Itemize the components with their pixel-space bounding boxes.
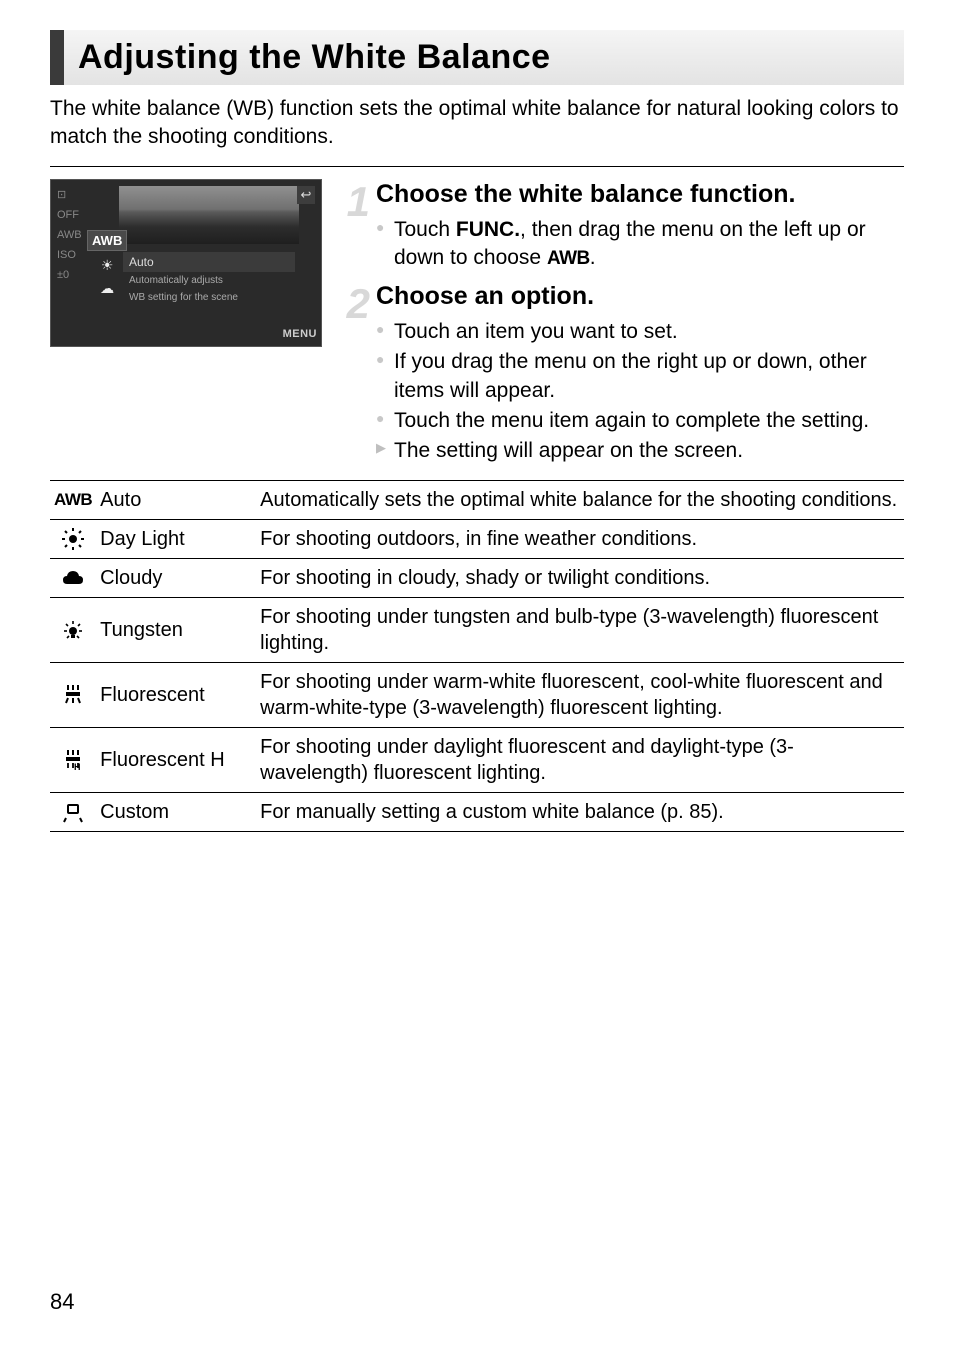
step-body: Choose an option. Touch an item you want…	[376, 281, 904, 468]
func-label: FUNC.	[456, 218, 520, 241]
awb-selected: AWB	[87, 230, 127, 251]
camera-screenshot: ↩ MENU ⊡ OFF AWB ISO ±0 AWB ☀ ☁ Auto Aut…	[50, 179, 322, 347]
option-desc-line: WB setting for the scene	[123, 289, 295, 306]
step-body: Choose the white balance function. Touch…	[376, 179, 904, 275]
status-icon: ⊡	[57, 188, 82, 201]
bullet-result: The setting will appear on the screen.	[394, 437, 904, 465]
wb-mode-icon: H	[50, 727, 96, 792]
section-title-block: Adjusting the White Balance	[50, 30, 904, 85]
awb-inline-icon: AWB	[547, 248, 590, 269]
wb-mode-desc: Automatically sets the optimal white bal…	[256, 480, 904, 519]
bullet: If you drag the menu on the right up or …	[394, 348, 904, 405]
bullet-text: .	[590, 246, 596, 269]
table-row: CloudyFor shooting in cloudy, shady or t…	[50, 558, 904, 597]
table-row: Day LightFor shooting outdoors, in fine …	[50, 519, 904, 558]
wb-mode-label: Auto	[96, 480, 256, 519]
wb-mode-desc: For manually setting a custom white bala…	[256, 792, 904, 831]
step-2: 2 Choose an option. Touch an item you wa…	[338, 281, 904, 468]
option-name: Auto	[123, 252, 295, 272]
option-desc-line: Automatically adjusts	[123, 272, 295, 289]
white-balance-table: AWBAutoAutomatically sets the optimal wh…	[50, 480, 904, 832]
wb-mode-icon	[50, 558, 96, 597]
status-icon: AWB	[57, 229, 82, 241]
option-description: Auto Automatically adjusts WB setting fo…	[123, 252, 295, 306]
wb-mode-icon	[50, 792, 96, 831]
bullet: Touch FUNC., then drag the menu on the l…	[394, 216, 904, 273]
main-row: ↩ MENU ⊡ OFF AWB ISO ±0 AWB ☀ ☁ Auto Aut…	[50, 179, 904, 474]
wb-mode-label: Custom	[96, 792, 256, 831]
wb-mode-label: Fluorescent	[96, 662, 256, 727]
step-number: 2	[338, 283, 370, 468]
wb-mode-icon	[50, 519, 96, 558]
sun-icon: ☀	[101, 257, 114, 274]
status-icon: ISO	[57, 249, 82, 261]
section-title: Adjusting the White Balance	[78, 38, 890, 77]
bullet: Touch an item you want to set.	[394, 318, 904, 346]
table-row: CustomFor manually setting a custom whit…	[50, 792, 904, 831]
svg-text:H: H	[74, 762, 81, 772]
status-icon: ±0	[57, 269, 82, 281]
wb-mode-label: Day Light	[96, 519, 256, 558]
step-bullets: Touch an item you want to set. If you dr…	[376, 318, 904, 466]
wb-icon-column: AWB ☀ ☁	[87, 230, 127, 297]
wb-mode-label: Cloudy	[96, 558, 256, 597]
left-status-icons: ⊡ OFF AWB ISO ±0	[57, 188, 82, 281]
bullet-text: Touch	[394, 218, 456, 241]
bullet: Touch the menu item again to complete th…	[394, 407, 904, 435]
table-row: FluorescentFor shooting under warm-white…	[50, 662, 904, 727]
step-bullets: Touch FUNC., then drag the menu on the l…	[376, 216, 904, 273]
wb-mode-icon: AWB	[50, 480, 96, 519]
wb-mode-desc: For shooting outdoors, in fine weather c…	[256, 519, 904, 558]
wb-mode-desc: For shooting under daylight fluorescent …	[256, 727, 904, 792]
wb-mode-icon	[50, 597, 96, 662]
wb-mode-label: Fluorescent H	[96, 727, 256, 792]
menu-button-label: MENU	[283, 328, 317, 340]
intro-text: The white balance (WB) function sets the…	[50, 95, 904, 152]
screenshot-image-area	[119, 186, 299, 244]
table-row: AWBAutoAutomatically sets the optimal wh…	[50, 480, 904, 519]
wb-mode-label: Tungsten	[96, 597, 256, 662]
steps: 1 Choose the white balance function. Tou…	[338, 179, 904, 474]
page-number: 84	[50, 1289, 74, 1315]
step-number: 1	[338, 181, 370, 275]
wb-mode-desc: For shooting in cloudy, shady or twiligh…	[256, 558, 904, 597]
step-title: Choose an option.	[376, 281, 904, 312]
divider	[50, 166, 904, 167]
step-title: Choose the white balance function.	[376, 179, 904, 210]
wb-mode-desc: For shooting under warm-white fluorescen…	[256, 662, 904, 727]
back-icon: ↩	[297, 186, 315, 204]
step-1: 1 Choose the white balance function. Tou…	[338, 179, 904, 275]
status-icon: OFF	[57, 209, 82, 221]
table-row: H Fluorescent HFor shooting under dayligh…	[50, 727, 904, 792]
table-row: TungstenFor shooting under tungsten and …	[50, 597, 904, 662]
cloud-icon: ☁	[100, 280, 114, 297]
wb-mode-icon	[50, 662, 96, 727]
wb-mode-desc: For shooting under tungsten and bulb-typ…	[256, 597, 904, 662]
